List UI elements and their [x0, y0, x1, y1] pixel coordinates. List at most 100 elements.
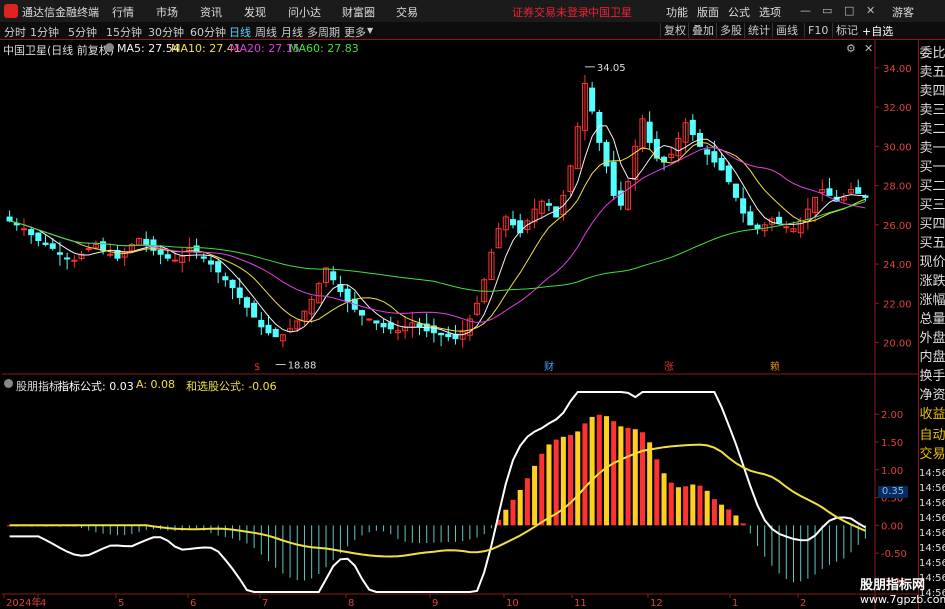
- sidebar-item-sell3[interactable]: 卖三: [919, 101, 945, 120]
- sidebar-trade[interactable]: 交易: [919, 445, 945, 464]
- candle-body: [42, 242, 49, 245]
- indicator-bar: [719, 504, 725, 526]
- indicator-name[interactable]: 股朋指标: [16, 378, 60, 394]
- indicator-formula-line: [9, 391, 866, 593]
- sidebar-item-sell5[interactable]: 卖五: [919, 63, 945, 82]
- candle-body: [56, 252, 63, 255]
- candle-body: [373, 320, 380, 324]
- indicator-formula-value: 指标公式: 0.03: [58, 380, 134, 393]
- sidebar-item-volume[interactable]: 总量: [919, 310, 945, 329]
- sidebar-item-buy5[interactable]: 买五: [919, 234, 945, 253]
- sidebar-item-nav[interactable]: 净资: [919, 386, 945, 405]
- event-marker: 财: [544, 360, 554, 373]
- event-marker: $: [254, 362, 260, 373]
- date-tick-label: 10: [506, 598, 519, 609]
- candle-body: [215, 261, 222, 273]
- candle-body: [229, 279, 236, 289]
- sidebar-item-turnover[interactable]: 换手: [919, 367, 945, 386]
- indicator-bar: [625, 427, 631, 526]
- sidebar-item-buy3[interactable]: 买三: [919, 196, 945, 215]
- candle-body: [35, 232, 42, 242]
- sidebar-item-buy4[interactable]: 买四: [919, 215, 945, 234]
- event-marker: 涨: [664, 361, 674, 373]
- indicator-bar: [704, 490, 710, 526]
- sidebar-item-sell1[interactable]: 卖一: [919, 139, 945, 158]
- candle-body: [509, 219, 517, 226]
- indicator-bar: [661, 473, 667, 526]
- sidebar-item-buy2[interactable]: 买二: [919, 177, 945, 196]
- candle-body: [366, 318, 373, 321]
- indicator-bar: [589, 416, 595, 526]
- indicator-bar: [683, 486, 689, 526]
- sidebar-item-change[interactable]: 涨跌: [919, 272, 945, 291]
- candle-body: [732, 183, 739, 198]
- kline-chart[interactable]: 34.0032.0030.0028.0026.0024.0022.0020.00…: [0, 0, 918, 609]
- indicator-tick-label: 0.00: [881, 521, 903, 532]
- candle-body: [171, 259, 179, 262]
- date-tick-label: 8: [348, 598, 354, 609]
- sidebar-item-sell2[interactable]: 卖二: [919, 120, 945, 139]
- indicator-bar: [632, 429, 638, 526]
- sidebar-item-price[interactable]: 现价: [919, 253, 945, 272]
- date-tick-label: 2: [800, 598, 806, 609]
- candle-body: [143, 238, 150, 245]
- candle-body: [711, 151, 718, 163]
- date-tick-label: 9: [432, 598, 438, 609]
- indicator-bar: [639, 432, 645, 526]
- candle-body: [783, 226, 790, 229]
- candle-body: [740, 198, 747, 214]
- sidebar-item-outer[interactable]: 外盘: [919, 329, 945, 348]
- indicator-bar: [582, 423, 588, 526]
- candle-body: [545, 203, 552, 206]
- indicator-bar: [568, 434, 574, 526]
- indicator-settings-icon[interactable]: [4, 379, 13, 388]
- candle-body: [207, 260, 214, 265]
- candle-body: [689, 119, 696, 136]
- candle-body: [445, 333, 452, 338]
- sidebar-item-weibi[interactable]: 委比: [919, 44, 945, 63]
- candle-body: [855, 187, 862, 194]
- indicator-info: 股朋指标 指标公式: 0.03 A: 0.08 和选股公式: -0.06: [0, 376, 880, 394]
- price-tick-label: 22.00: [883, 299, 912, 310]
- indicator-a-line: [9, 443, 866, 558]
- quote-sidebar: 委比 卖五 卖四 卖三 卖二 卖一 买一 买二 买三 买四 买五 现价 涨跌 涨…: [918, 40, 945, 609]
- sidebar-item-eps[interactable]: 收益: [919, 405, 945, 424]
- sidebar-item-pct[interactable]: 涨幅: [919, 291, 945, 310]
- ma10-line: [9, 141, 866, 332]
- indicator-bar: [711, 499, 717, 526]
- price-tick-label: 32.00: [883, 103, 912, 114]
- sidebar-item-buy1[interactable]: 买一: [919, 158, 945, 177]
- candle-body: [416, 323, 423, 328]
- date-tick-label: 11: [574, 598, 587, 609]
- price-tick-label: 34.00: [883, 64, 912, 75]
- indicator-bar: [524, 478, 530, 526]
- price-tick-label: 24.00: [883, 260, 912, 271]
- candle-body: [236, 287, 243, 298]
- candle-body: [610, 161, 617, 196]
- price-tick-label: 30.00: [883, 142, 912, 153]
- candle-body: [20, 228, 27, 231]
- candle-body: [438, 332, 445, 336]
- candle-body: [251, 302, 258, 318]
- candle-body: [107, 253, 114, 256]
- date-tick-label: 4: [40, 598, 46, 609]
- indicator-bar: [611, 421, 617, 526]
- date-tick-label: 2024年: [6, 596, 41, 609]
- indicator-bar: [532, 465, 538, 526]
- candle-body: [718, 157, 725, 171]
- sidebar-item-inner[interactable]: 内盘: [919, 348, 945, 367]
- date-tick-label: 7: [262, 598, 268, 609]
- candle-body: [330, 271, 337, 281]
- low-price-label: 18.88: [288, 361, 317, 372]
- indicator-bar: [560, 436, 566, 526]
- indicator-bar: [726, 509, 732, 526]
- candle-body: [646, 121, 653, 143]
- sidebar-item-sell4[interactable]: 卖四: [919, 82, 945, 101]
- indicator-current-value: 0.35: [878, 486, 908, 498]
- candle-body: [49, 243, 56, 249]
- sidebar-auto[interactable]: 自动: [919, 426, 945, 445]
- indicator-tick-label: -0.50: [881, 549, 907, 560]
- candle-body: [200, 256, 207, 259]
- indicator-bar: [675, 487, 681, 526]
- candle-body: [747, 211, 754, 226]
